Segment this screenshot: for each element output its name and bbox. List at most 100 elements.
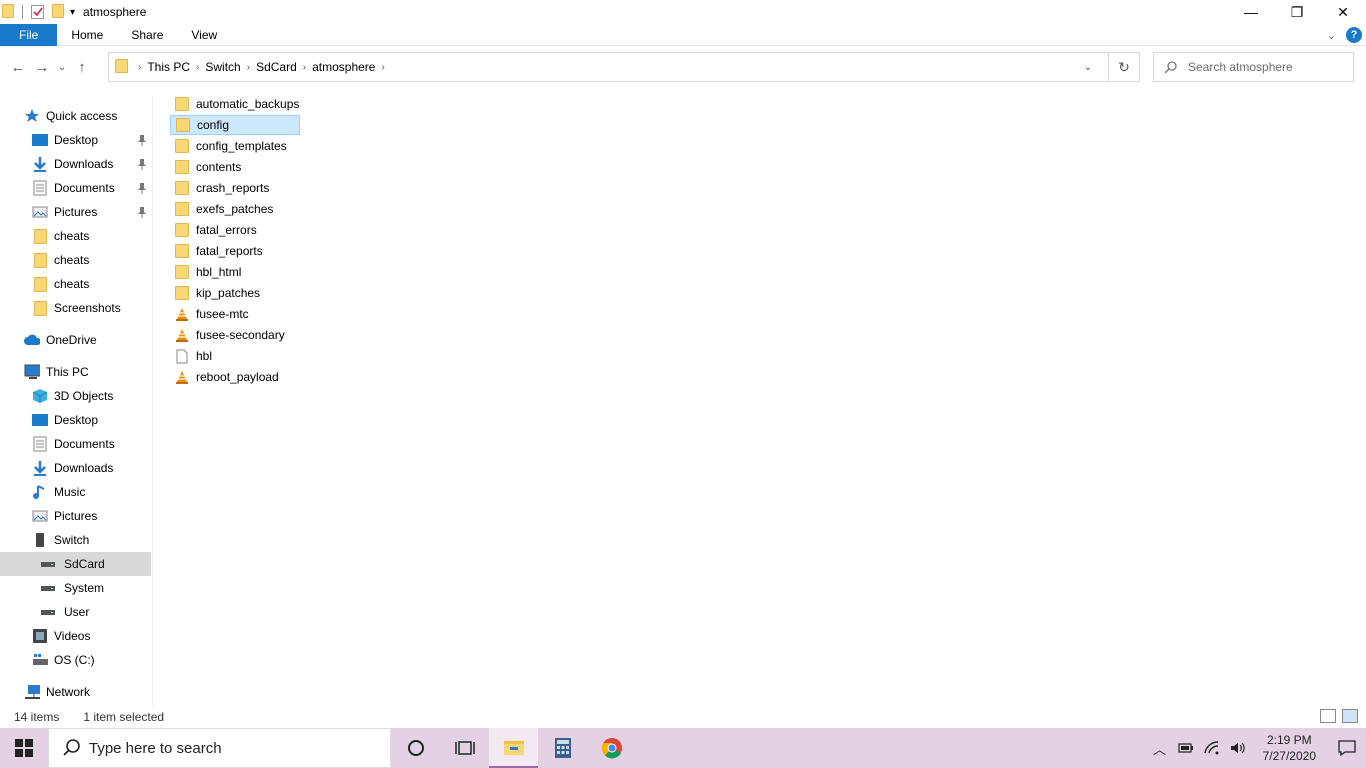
file-item[interactable]: hbl	[170, 346, 300, 366]
chevron-right-icon[interactable]: ›	[247, 62, 250, 73]
forward-button[interactable]: →	[30, 55, 54, 79]
chrome-taskbar-button[interactable]	[587, 728, 636, 768]
sidebar-item-system[interactable]: System	[0, 576, 151, 600]
recent-locations-button[interactable]: ⌄	[54, 55, 70, 79]
sidebar-item-documents[interactable]: Documents	[0, 432, 151, 456]
breadcrumb-atmosphere[interactable]: atmosphere	[312, 60, 375, 74]
sidebar-item-3d-objects[interactable]: 3D Objects	[0, 384, 151, 408]
sidebar-item-downloads[interactable]: Downloads	[0, 456, 151, 480]
file-item[interactable]: reboot_payload	[170, 367, 300, 387]
file-explorer-taskbar-button[interactable]	[489, 728, 538, 768]
sidebar-item-label: SdCard	[64, 557, 105, 571]
battery-icon[interactable]	[1174, 742, 1198, 754]
file-item[interactable]: config	[170, 115, 300, 135]
file-item[interactable]: crash_reports	[170, 178, 300, 198]
file-item[interactable]: fatal_errors	[170, 220, 300, 240]
tab-view[interactable]: View	[177, 24, 231, 46]
breadcrumb-this-pc[interactable]: This PC	[147, 60, 190, 74]
chevron-right-icon[interactable]: ›	[381, 62, 384, 73]
chevron-up-icon[interactable]: ︿	[1148, 739, 1172, 758]
pin-icon[interactable]	[137, 206, 147, 221]
up-button[interactable]: ↑	[70, 55, 94, 79]
address-dropdown-icon[interactable]: ⌄	[1077, 53, 1099, 81]
file-item[interactable]: contents	[170, 157, 300, 177]
address-bar[interactable]: › This PC › Switch › SdCard › atmosphere…	[108, 52, 1140, 82]
pin-icon[interactable]	[137, 158, 147, 173]
device-icon	[32, 532, 48, 548]
sidebar-item-switch[interactable]: Switch	[0, 528, 151, 552]
details-view-button[interactable]	[1320, 709, 1336, 723]
sidebar-item-quick-access[interactable]: Quick access	[0, 104, 151, 128]
restore-button[interactable]: ❐	[1274, 0, 1320, 24]
wifi-icon[interactable]	[1200, 741, 1224, 755]
sidebar-item-screenshots[interactable]: Screenshots	[0, 296, 151, 320]
sidebar-item-cheats[interactable]: cheats	[0, 248, 151, 272]
calculator-taskbar-button[interactable]	[538, 728, 587, 768]
sidebar-item-label: Documents	[54, 437, 115, 451]
refresh-button[interactable]: ↻	[1108, 53, 1139, 81]
large-icons-view-button[interactable]	[1342, 709, 1358, 723]
pin-icon[interactable]	[137, 182, 147, 197]
sidebar-item-label: Downloads	[54, 461, 114, 475]
file-item[interactable]: config_templates	[170, 136, 300, 156]
sidebar-item-label: cheats	[54, 229, 90, 243]
sidebar-item-label: Desktop	[54, 133, 99, 147]
help-button[interactable]: ?	[1346, 27, 1362, 43]
drive-icon	[40, 604, 56, 620]
file-item[interactable]: exefs_patches	[170, 199, 300, 219]
chevron-right-icon[interactable]: ›	[196, 62, 199, 73]
chevron-right-icon[interactable]: ›	[138, 62, 141, 73]
file-item[interactable]: fusee-mtc	[170, 304, 300, 324]
tab-file[interactable]: File	[0, 23, 58, 46]
close-button[interactable]: ✕	[1320, 0, 1366, 24]
search-box[interactable]: Search atmosphere	[1153, 52, 1354, 82]
sidebar-item-network[interactable]: Network	[0, 680, 151, 704]
sidebar-item-label: Documents	[54, 181, 115, 195]
sidebar-item-cheats[interactable]: cheats	[0, 272, 151, 296]
chevron-right-icon[interactable]: ›	[303, 62, 306, 73]
sidebar-item-desktop[interactable]: Desktop	[0, 408, 151, 432]
notifications-icon[interactable]	[1328, 740, 1366, 756]
sidebar-item-label: Videos	[54, 629, 91, 643]
breadcrumb-sdcard[interactable]: SdCard	[256, 60, 297, 74]
file-item[interactable]: kip_patches	[170, 283, 300, 303]
sidebar-item-downloads[interactable]: Downloads	[0, 152, 151, 176]
minimize-button[interactable]: —	[1228, 0, 1274, 24]
customize-dropdown-icon[interactable]: ▾	[70, 7, 75, 18]
cube-icon	[32, 388, 48, 404]
sidebar-item-os-c[interactable]: OS (C:)	[0, 648, 151, 672]
cortana-button[interactable]	[391, 728, 440, 768]
sidebar-item-this-pc[interactable]: This PC	[0, 360, 151, 384]
sidebar-item-pictures[interactable]: Pictures	[0, 504, 151, 528]
file-item[interactable]: fusee-secondary	[170, 325, 300, 345]
sidebar-item-cheats[interactable]: cheats	[0, 224, 151, 248]
new-folder-icon[interactable]	[52, 3, 64, 21]
sidebar-item-desktop[interactable]: Desktop	[0, 128, 151, 152]
back-button[interactable]: ←	[6, 55, 30, 79]
taskbar-search-input[interactable]: Type here to search	[89, 740, 222, 757]
file-item[interactable]: fatal_reports	[170, 241, 300, 261]
sidebar-item-user[interactable]: User	[0, 600, 151, 624]
task-view-button[interactable]	[440, 728, 489, 768]
file-item[interactable]: hbl_html	[170, 262, 300, 282]
folder-icon	[174, 159, 190, 175]
sidebar-item-documents[interactable]: Documents	[0, 176, 151, 200]
sidebar-item-pictures[interactable]: Pictures	[0, 200, 151, 224]
sidebar-item-music[interactable]: Music	[0, 480, 151, 504]
sidebar-item-videos[interactable]: Videos	[0, 624, 151, 648]
start-button[interactable]	[0, 728, 48, 768]
pin-icon[interactable]	[137, 134, 147, 149]
search-input[interactable]: Search atmosphere	[1188, 60, 1293, 74]
tab-home[interactable]: Home	[57, 24, 117, 46]
expand-ribbon-icon[interactable]: ⌄	[1327, 29, 1336, 42]
clock[interactable]: 2:19 PM 7/27/2020	[1263, 732, 1316, 764]
volume-icon[interactable]	[1226, 741, 1250, 755]
properties-icon[interactable]	[31, 5, 44, 19]
file-name: crash_reports	[196, 181, 270, 195]
sidebar-item-onedrive[interactable]: OneDrive	[0, 328, 151, 352]
file-item[interactable]: automatic_backups	[170, 94, 300, 114]
taskbar-search[interactable]: Type here to search	[48, 728, 391, 768]
sidebar-item-sdcard[interactable]: SdCard	[0, 552, 151, 576]
tab-share[interactable]: Share	[117, 24, 177, 46]
breadcrumb-switch[interactable]: Switch	[205, 60, 240, 74]
